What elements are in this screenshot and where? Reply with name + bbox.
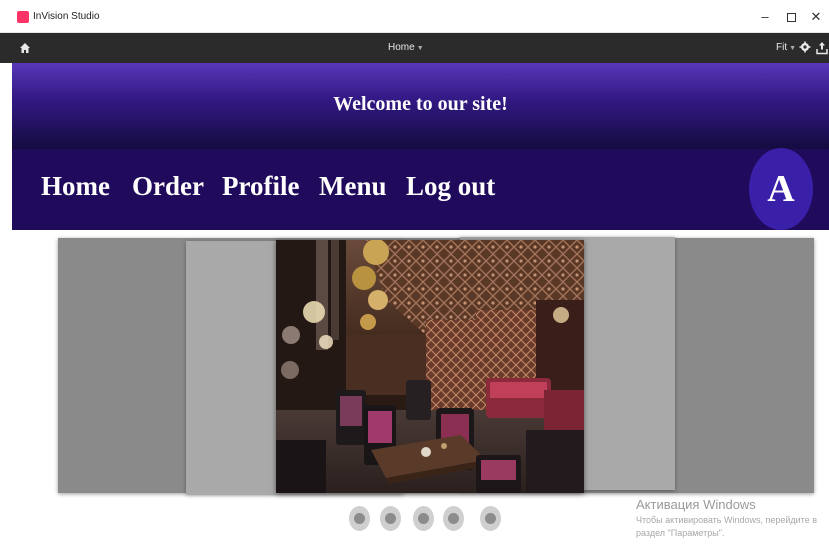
studio-toolbar: Home ▼ Fit ▼ xyxy=(0,33,829,63)
carousel-dot[interactable] xyxy=(380,506,401,531)
carousel-dot[interactable] xyxy=(443,506,464,531)
maximize-icon xyxy=(786,13,796,23)
welcome-banner: Welcome to our site! xyxy=(12,63,829,149)
activation-title: Активация Windows xyxy=(636,497,756,512)
nav-menu[interactable]: Menu xyxy=(319,171,387,202)
activation-line-1: Чтобы активировать Windows, перейдите в xyxy=(636,515,817,525)
zoom-selector[interactable]: Fit ▼ xyxy=(776,42,796,53)
gear-icon[interactable] xyxy=(799,41,811,53)
screen-selector[interactable]: Home ▼ xyxy=(388,42,424,53)
close-button[interactable]: ✕ xyxy=(806,8,826,26)
zoom-level: Fit xyxy=(776,42,788,53)
prototype-canvas: Welcome to our site! Home Order Profile … xyxy=(0,63,829,557)
nav-order[interactable]: Order xyxy=(132,171,204,202)
home-icon[interactable] xyxy=(19,42,31,54)
welcome-text: Welcome to our site! xyxy=(333,93,508,115)
carousel-slide-active[interactable] xyxy=(276,240,584,493)
invision-logo-icon xyxy=(17,11,29,23)
window-titlebar: InVision Studio – ✕ xyxy=(0,0,829,33)
nav-logout[interactable]: Log out xyxy=(406,171,495,202)
share-icon[interactable] xyxy=(816,41,828,55)
minimize-button[interactable]: – xyxy=(755,8,775,26)
main-navbar: Home Order Profile Menu Log out A xyxy=(12,148,829,230)
restaurant-interior-image xyxy=(276,240,584,493)
nav-home[interactable]: Home xyxy=(41,171,110,202)
avatar[interactable]: A xyxy=(749,148,813,230)
carousel-dot[interactable] xyxy=(413,506,434,531)
carousel-dot[interactable] xyxy=(349,506,370,531)
carousel-dot[interactable] xyxy=(480,506,501,531)
maximize-button[interactable] xyxy=(781,8,801,26)
chevron-down-icon: ▼ xyxy=(789,45,797,52)
activation-line-2: раздел "Параметры". xyxy=(636,528,725,538)
screen-name: Home xyxy=(388,42,415,53)
app-title: InVision Studio xyxy=(33,11,100,22)
nav-profile[interactable]: Profile xyxy=(222,171,299,202)
windows-activation-watermark: Активация Windows Чтобы активировать Win… xyxy=(636,497,829,538)
chevron-down-icon: ▼ xyxy=(416,45,424,52)
